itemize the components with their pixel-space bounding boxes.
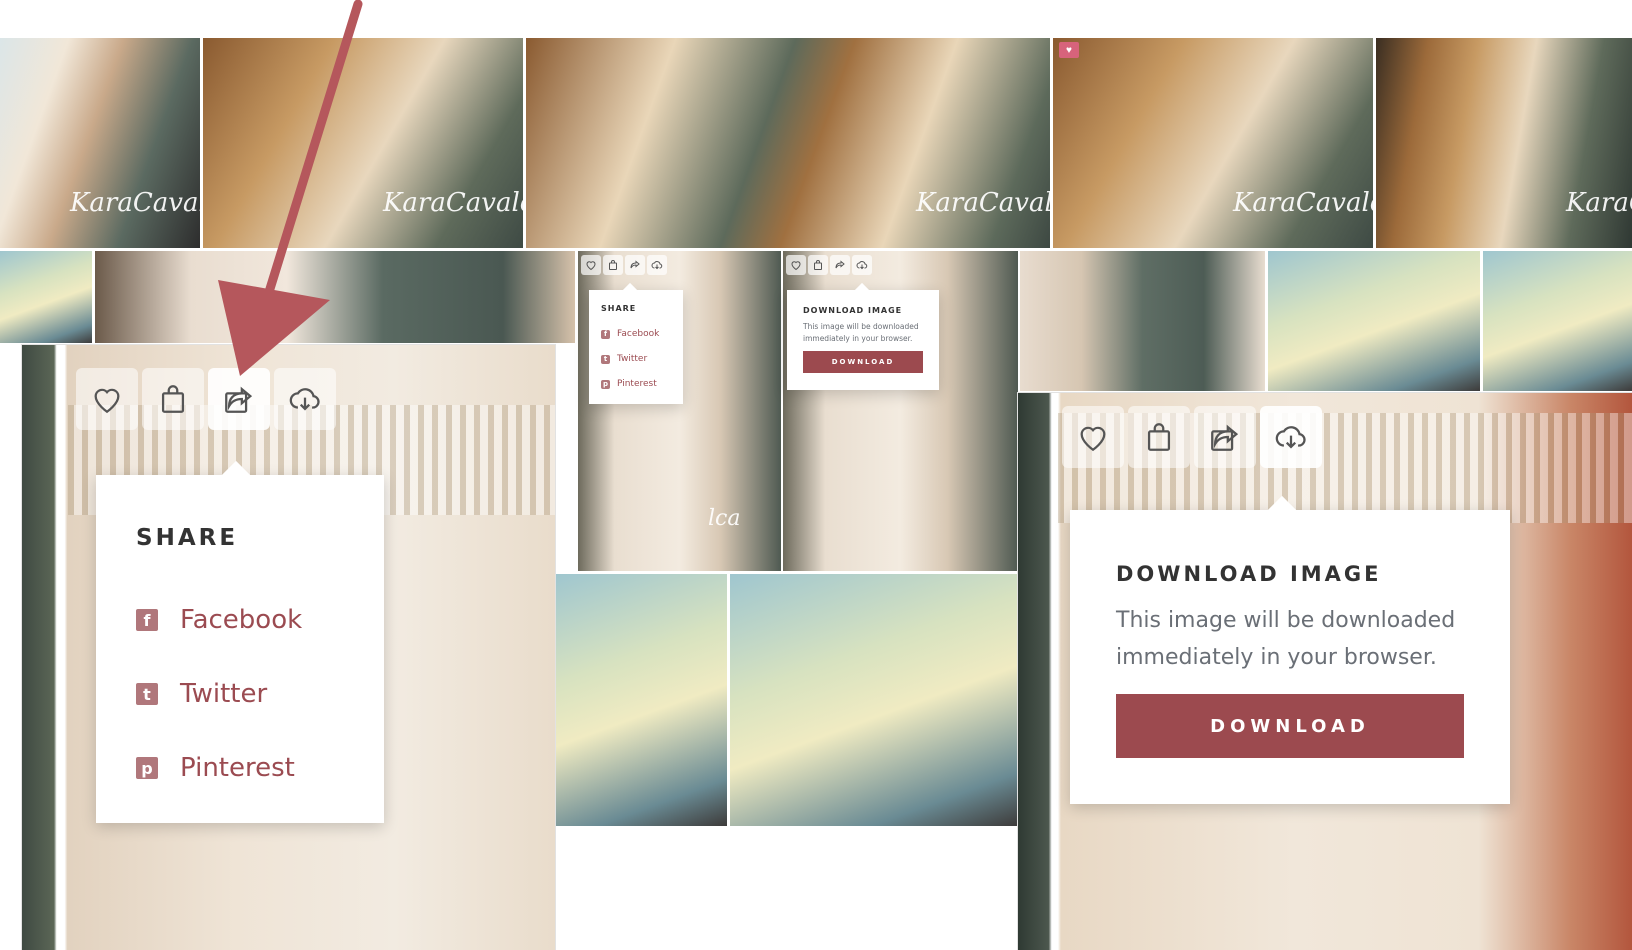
watermark: KaraCavalca — [70, 188, 200, 218]
photo-toolbar-large — [76, 368, 336, 430]
share-button[interactable] — [830, 255, 850, 275]
bag-icon — [609, 260, 617, 270]
share-icon — [630, 260, 640, 269]
share-item-label: Twitter — [180, 679, 268, 709]
share-icon — [835, 260, 845, 269]
photo-tile[interactable] — [0, 251, 92, 343]
watermark: lca — [708, 506, 741, 531]
watermark: KaraCavalca — [1566, 188, 1632, 218]
pinterest-icon: p — [601, 379, 610, 389]
add-to-cart-button[interactable] — [142, 368, 204, 430]
favorite-button[interactable] — [1062, 406, 1124, 468]
pinterest-icon: p — [136, 757, 158, 779]
favorite-button[interactable] — [786, 255, 806, 275]
download-popover-small: DOWNLOAD IMAGE This image will be downlo… — [787, 290, 939, 390]
download-title: DOWNLOAD IMAGE — [803, 306, 903, 315]
add-to-cart-button[interactable] — [808, 255, 828, 275]
share-item-label: Facebook — [180, 605, 303, 635]
share-item-label: Facebook — [617, 329, 660, 339]
photo-tile[interactable] — [555, 574, 727, 826]
heart-icon — [791, 261, 801, 271]
cloud-download-icon — [1275, 426, 1306, 449]
download-description: This image will be downloaded immediatel… — [803, 322, 919, 343]
download-button[interactable] — [647, 255, 667, 275]
download-button[interactable] — [852, 255, 872, 275]
download-confirm-button[interactable]: DOWNLOAD — [803, 351, 923, 373]
watermark: KaraCavalca — [1233, 188, 1373, 218]
favorite-button[interactable] — [581, 255, 601, 275]
add-to-cart-button[interactable] — [603, 255, 623, 275]
photo-tile[interactable]: KaraCavalca — [0, 38, 200, 248]
photo-toolbar-large — [1062, 406, 1322, 468]
add-to-cart-button[interactable] — [1128, 406, 1190, 468]
share-facebook-link[interactable]: f Facebook — [136, 605, 344, 635]
share-item-label: Pinterest — [617, 379, 657, 389]
heart-icon — [586, 261, 596, 271]
share-button[interactable] — [208, 368, 270, 430]
bag-icon — [1147, 423, 1171, 451]
share-item-label: Pinterest — [180, 753, 295, 783]
photo-tile[interactable] — [730, 574, 1018, 826]
twitter-icon: t — [136, 683, 158, 705]
photo-tile[interactable] — [95, 251, 575, 343]
download-button[interactable] — [1260, 406, 1322, 468]
cloud-download-icon — [856, 261, 868, 270]
share-title: SHARE — [601, 304, 637, 313]
share-button[interactable] — [625, 255, 645, 275]
share-title: SHARE — [136, 525, 239, 551]
share-twitter-link[interactable]: t Twitter — [601, 354, 671, 364]
heart-icon — [94, 388, 120, 414]
favorite-button[interactable] — [76, 368, 138, 430]
download-button[interactable] — [274, 368, 336, 430]
cloud-download-icon — [651, 261, 663, 270]
photo-tile[interactable] — [1020, 251, 1265, 391]
share-button[interactable] — [1194, 406, 1256, 468]
cloud-download-icon — [289, 388, 320, 411]
photo-tile[interactable] — [1268, 251, 1480, 391]
facebook-icon: f — [136, 609, 158, 631]
photo-tile[interactable]: KaraCavalca — [203, 38, 523, 248]
heart-icon — [1080, 426, 1106, 452]
download-popover: DOWNLOAD IMAGE This image will be downlo… — [1070, 510, 1510, 804]
share-facebook-link[interactable]: f Facebook — [601, 329, 671, 339]
download-title: DOWNLOAD IMAGE — [1116, 562, 1382, 586]
download-confirm-button[interactable]: DOWNLOAD — [1116, 694, 1464, 758]
photo-tile[interactable] — [1483, 251, 1632, 391]
share-pinterest-link[interactable]: p Pinterest — [601, 379, 671, 389]
photo-tile[interactable]: KaraCavalca — [526, 38, 1050, 248]
twitter-icon: t — [601, 354, 610, 364]
share-twitter-link[interactable]: t Twitter — [136, 679, 344, 709]
facebook-icon: f — [601, 329, 610, 339]
photo-toolbar — [581, 255, 667, 275]
share-item-label: Twitter — [617, 354, 648, 364]
photo-toolbar — [786, 255, 872, 275]
share-icon — [225, 386, 253, 413]
photo-tile[interactable]: ♥ KaraCavalca — [1053, 38, 1373, 248]
share-icon — [1211, 424, 1239, 451]
bag-icon — [814, 260, 822, 270]
download-description: This image will be downloaded immediatel… — [1116, 608, 1456, 670]
share-popover: SHARE f Facebook t Twitter p Pinterest — [96, 475, 384, 823]
photo-tile[interactable]: KaraCavalca — [1376, 38, 1632, 248]
bag-icon — [161, 385, 185, 413]
watermark: KaraCavalca — [383, 188, 523, 218]
share-popover-small: SHARE f Facebook t Twitter p Pinterest — [589, 290, 683, 404]
watermark: KaraCavalca — [916, 188, 1050, 218]
share-pinterest-link[interactable]: p Pinterest — [136, 753, 344, 783]
favorited-heart-icon[interactable]: ♥ — [1059, 42, 1079, 58]
